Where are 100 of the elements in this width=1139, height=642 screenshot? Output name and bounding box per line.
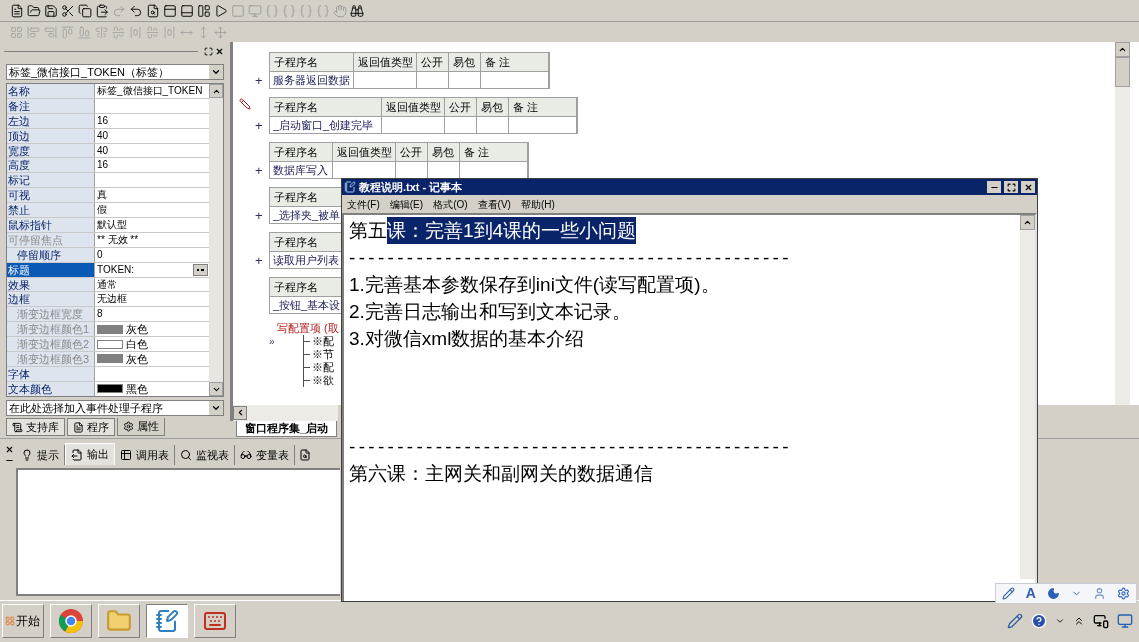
dashed-line: ----------------------------------------------	[349, 246, 793, 270]
input-mode-toggle[interactable]: A	[1025, 583, 1036, 604]
window-title: 教程说明.txt - 记事本	[359, 179, 463, 195]
close-icon[interactable]	[215, 46, 224, 56]
settings-icon[interactable]	[1117, 587, 1131, 600]
menu-item[interactable]: 帮助(H)	[520, 196, 555, 212]
property-value[interactable]: 黑色	[126, 381, 148, 396]
network-icon[interactable]	[1093, 612, 1109, 629]
vertical-scrollbar[interactable]	[1020, 215, 1035, 579]
tree-item: ※欲	[311, 374, 334, 387]
property-name[interactable]: 高度	[7, 158, 95, 173]
scrollbar[interactable]	[209, 84, 223, 396]
folder-icon	[106, 607, 132, 634]
moon-icon[interactable]	[1046, 587, 1060, 600]
panel-icon[interactable]	[163, 3, 177, 18]
expand-toggle[interactable]: +	[239, 208, 263, 224]
object-combo[interactable]: 标签_微信接口_TOKEN（标签）	[6, 64, 224, 80]
pen-icon[interactable]	[1007, 612, 1023, 629]
property-value[interactable]: 16	[97, 113, 109, 128]
library-icon	[12, 421, 23, 433]
dropdown-icon	[211, 67, 221, 77]
table-icon	[120, 449, 132, 461]
property-value[interactable]: TOKEN:	[97, 262, 135, 277]
restore-icon[interactable]	[204, 46, 213, 56]
panel-tab[interactable]: 程序	[67, 418, 115, 436]
find-icon[interactable]	[146, 3, 160, 18]
property-value[interactable]: 真	[97, 188, 107, 203]
user-icon[interactable]	[1093, 587, 1107, 600]
copy-icon[interactable]	[78, 3, 92, 18]
property-value[interactable]: 通常	[97, 277, 117, 292]
output-tab[interactable]: 监视表	[175, 445, 235, 465]
tree-item: ※配	[311, 361, 334, 374]
taskbar-app[interactable]	[146, 603, 188, 638]
notepad-icon	[344, 181, 356, 193]
property-name[interactable]: 禁止	[7, 203, 95, 217]
output-icon	[71, 448, 83, 461]
panel-icon[interactable]	[197, 3, 211, 18]
open-folder-icon[interactable]	[27, 3, 41, 18]
property-name[interactable]: 标记	[7, 173, 95, 188]
properties-icon	[123, 421, 134, 432]
desktop-icon[interactable]	[1117, 612, 1133, 629]
text-area[interactable]: 第五课：完善1到4课的一些小问题 ---------------------------------------------- 1.完善基本参数保存到ini文件(读写配置项)。 2.完善日志输出和写到文本记录。 3.对微信xml数据的基本介绍 ---------------------------------------------- 第六课：主网关和副网关的数据通信	[344, 215, 1020, 601]
scroll-up-icon	[1023, 218, 1032, 227]
menu-item[interactable]: 文件(F)	[347, 196, 380, 212]
tree-item: ※节	[311, 348, 334, 361]
expand-toggle[interactable]: +	[239, 118, 263, 134]
play-icon[interactable]	[214, 3, 228, 18]
menu-item[interactable]: 格式(O)	[433, 196, 468, 212]
property-value[interactable]: 16	[97, 158, 109, 173]
pen-icon[interactable]	[1001, 587, 1015, 600]
scroll-thumb[interactable]	[1115, 57, 1130, 87]
paste-icon[interactable]	[95, 3, 109, 18]
text-line: 1.完善基本参数保存到ini文件(读写配置项)。	[349, 273, 721, 297]
tree-item: ※配	[311, 335, 334, 348]
property-value[interactable]: 40	[97, 143, 109, 158]
find-icon	[299, 449, 311, 461]
marker-glyph: »	[269, 335, 276, 349]
binoculars-icon[interactable]	[350, 3, 364, 18]
property-value[interactable]: 假	[97, 203, 107, 218]
text-line: 3.对微信xml数据的基本介绍	[349, 327, 586, 351]
text-line: 第五	[349, 219, 387, 243]
expand-toggle[interactable]: +	[239, 73, 263, 89]
close-icon[interactable]	[1023, 182, 1033, 192]
ellipsis-button[interactable]	[193, 263, 208, 276]
dropdown-icon	[211, 403, 221, 413]
panel-icon[interactable]	[180, 3, 194, 18]
subroutine-label: 写配置项 (取	[277, 322, 340, 335]
undo-icon[interactable]	[129, 3, 143, 18]
property-name[interactable]: 名称	[7, 84, 95, 98]
expand-toggle[interactable]: +	[239, 253, 263, 269]
save-icon[interactable]	[44, 3, 58, 18]
output-tab[interactable]: 调用表	[115, 445, 175, 465]
vertical-scrollbar[interactable]	[1115, 42, 1130, 405]
output-tab[interactable]: 输出	[65, 443, 115, 465]
new-file-icon[interactable]	[10, 3, 24, 18]
bulb-icon	[21, 449, 33, 461]
subroutine-name: 数据库写入	[270, 162, 333, 178]
notepad-icon	[155, 608, 179, 633]
scroll-up-icon	[1118, 45, 1127, 54]
property-value[interactable]: 无边框	[97, 292, 127, 307]
property-name[interactable]: 鼠标指针	[7, 218, 95, 232]
output-tab[interactable]: 变量表	[235, 445, 295, 465]
browser-icon	[58, 607, 84, 634]
property-name[interactable]: 可视	[7, 188, 95, 203]
panel-tab[interactable]: 属性	[117, 418, 165, 436]
panel-tab[interactable]: 支持库	[6, 418, 65, 436]
event-combo[interactable]: 在此处选择加入事件处理子程序	[6, 400, 224, 416]
close-icon[interactable]	[4, 445, 14, 454]
start-button[interactable]: 开始	[2, 603, 44, 638]
property-value[interactable]: 40	[97, 128, 109, 143]
cut-icon[interactable]	[61, 3, 75, 18]
search-icon	[180, 449, 192, 461]
subroutine-name: 服务器返回数据	[270, 72, 354, 88]
property-name[interactable]: 边框	[7, 292, 95, 307]
maximize-icon[interactable]	[1006, 182, 1016, 192]
menu-item[interactable]: 查看(V)	[477, 196, 511, 212]
property-value[interactable]: 默认型	[97, 217, 127, 232]
menu-item[interactable]: 编辑(E)	[389, 196, 424, 212]
expand-toggle[interactable]: +	[239, 163, 263, 179]
help-icon[interactable]	[1031, 612, 1047, 629]
